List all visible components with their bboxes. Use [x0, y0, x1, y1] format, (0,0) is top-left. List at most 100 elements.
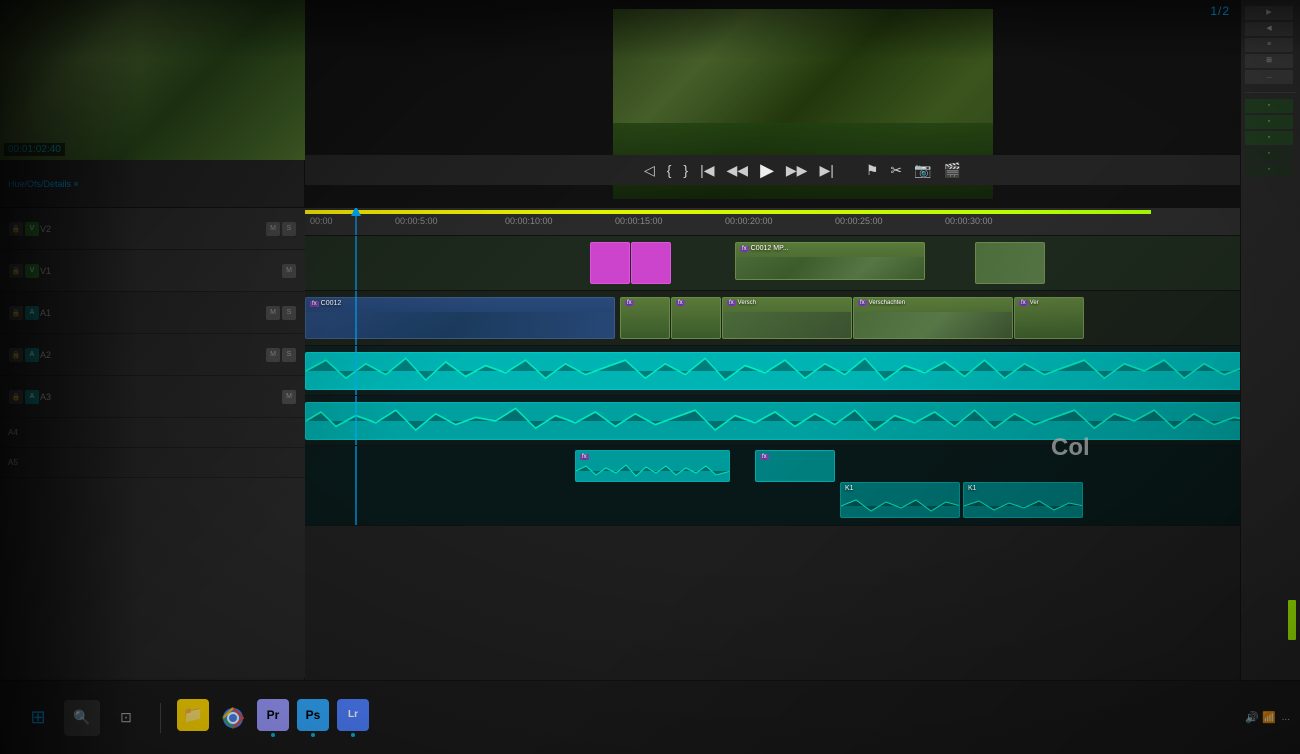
panel-btn-green4[interactable]: ▪	[1245, 147, 1293, 161]
search-button[interactable]: 🔍	[64, 700, 100, 736]
track-label-a5: A5	[8, 458, 297, 467]
clip-v2-1[interactable]: fxC0012 MP...	[735, 242, 925, 280]
clip-v1-versch2[interactable]: fxVerschachten	[853, 297, 1013, 339]
track-visibility-a3[interactable]: A	[25, 390, 39, 404]
track-header-a3: 🔒 A A3 M	[0, 376, 305, 418]
clip-a3-k1-1[interactable]: K1	[840, 482, 960, 518]
chrome-icon[interactable]	[217, 702, 249, 734]
track-visibility-a1[interactable]: A	[25, 306, 39, 320]
flag-btn[interactable]: ⚑	[866, 162, 879, 179]
track-visibility-v2[interactable]: V	[25, 222, 39, 236]
premiere-icon[interactable]: Pr	[257, 699, 289, 731]
panel-btn-5[interactable]: ...	[1245, 70, 1293, 84]
thumbnail-area: 00:01:02:40	[0, 0, 305, 160]
playback-controls: ◁ { } |◀ ◀◀ ▶ ▶▶ ▶| ⚑ ✂ 📷 🎬	[305, 155, 1300, 185]
panel-btn-green3[interactable]: ▪	[1245, 131, 1293, 145]
track-mute-a1[interactable]: M	[266, 306, 280, 320]
clip-v1-base-label: fxC0012	[306, 298, 614, 309]
track-visibility-v1[interactable]: V	[25, 264, 39, 278]
screen: 00:01:02:40 Hue/Ofs/Details × 🔒 V V2 M S…	[0, 0, 1300, 754]
play-btn[interactable]: ▶	[760, 160, 774, 181]
go-to-out-btn[interactable]: ▶|	[819, 162, 833, 179]
track-row-a2	[305, 396, 1300, 446]
clip-magenta-1[interactable]	[590, 242, 630, 284]
mark-in-btn[interactable]: ◁	[644, 162, 655, 179]
task-view-button[interactable]: ⊡	[108, 700, 144, 736]
taskbar-separator-1	[160, 703, 161, 733]
ruler-time-30: 00:00:30:00	[945, 216, 993, 226]
ruler-time-10: 00:00:10:00	[505, 216, 553, 226]
go-to-in-btn[interactable]: |◀	[700, 162, 714, 179]
bracket-left-btn[interactable]: {	[667, 162, 672, 178]
track-mute-a3[interactable]: M	[282, 390, 296, 404]
track-solo-a2[interactable]: S	[282, 348, 296, 362]
taskbar-item-explorer[interactable]: 📁	[177, 699, 209, 737]
ruler-time-0: 00:00	[310, 216, 333, 226]
camera-btn[interactable]: 📷	[914, 162, 931, 179]
track-label-v1: V1	[40, 266, 281, 276]
taskbar-item-premiere[interactable]: Pr	[257, 699, 289, 737]
lightroom-icon[interactable]: Lr	[337, 699, 369, 731]
taskbar-item-photoshop[interactable]: Ps	[297, 699, 329, 737]
photoshop-icon[interactable]: Ps	[297, 699, 329, 731]
windows-button[interactable]: ⊞	[20, 700, 56, 736]
scissors-btn[interactable]: ✂	[890, 162, 902, 179]
clip-a3-fx2[interactable]: fx	[755, 450, 835, 482]
clip-a3-fx1[interactable]: fx	[575, 450, 730, 482]
lightroom-indicator	[351, 733, 355, 737]
track-solo-v2[interactable]: S	[282, 222, 296, 236]
track-solo-a1[interactable]: S	[282, 306, 296, 320]
clip-a3-k1-2[interactable]: K1	[963, 482, 1083, 518]
panel-btn-2[interactable]: ◀	[1245, 22, 1293, 36]
clip-v1-versch1[interactable]: fxVersch	[722, 297, 852, 339]
track-lock-a3[interactable]: 🔒	[9, 390, 23, 404]
playhead-v2	[355, 236, 357, 290]
track-mute-v1[interactable]: M	[282, 264, 296, 278]
clip-audio-a1[interactable]	[305, 352, 1265, 390]
main-area: 00:00:00:00 Einpassen ▾ 1/2 ◁ { } |◀ ◀◀ …	[305, 0, 1300, 680]
rewind-btn[interactable]: ◀◀	[727, 162, 749, 179]
panel-btn-green1[interactable]: ▪	[1245, 99, 1293, 113]
playhead[interactable]	[355, 208, 357, 235]
playhead-v1	[355, 291, 357, 345]
track-header-a1: 🔒 A A1 M S	[0, 292, 305, 334]
track-headers: 🔒 V V2 M S 🔒 V V1 M 🔒 A A1 M S	[0, 208, 305, 678]
track-lock-v1[interactable]: 🔒	[9, 264, 23, 278]
panel-btn-green2[interactable]: ▪	[1245, 115, 1293, 129]
track-mute-a2[interactable]: M	[266, 348, 280, 362]
panel-btn-4[interactable]: ⊞	[1245, 54, 1293, 68]
panel-tab-label[interactable]: Hue/Ofs/Details ×	[8, 179, 79, 189]
panel-btn-3[interactable]: ≡	[1245, 38, 1293, 52]
explorer-icon[interactable]: 📁	[177, 699, 209, 731]
panel-btn-green5[interactable]: ▪	[1245, 163, 1293, 177]
track-lock-a1[interactable]: 🔒	[9, 306, 23, 320]
clip-magenta-2[interactable]	[631, 242, 671, 284]
panel-btn-1[interactable]: ▶	[1245, 6, 1293, 20]
system-tray: 🔊 📶	[1245, 711, 1275, 724]
track-header-v1: 🔒 V V1 M	[0, 250, 305, 292]
track-lock-a2[interactable]: 🔒	[9, 348, 23, 362]
bracket-right-btn[interactable]: }	[683, 162, 688, 178]
clip-v1-base[interactable]: fxC0012	[305, 297, 615, 339]
track-row-v2: fxC0012 MP...	[305, 236, 1300, 291]
taskbar-item-chrome[interactable]	[217, 702, 249, 734]
track-lock-v2[interactable]: 🔒	[9, 222, 23, 236]
track-mute-v2[interactable]: M	[266, 222, 280, 236]
clip-audio-a2[interactable]	[305, 402, 1265, 440]
fx-badge: fx	[740, 246, 749, 252]
track-header-v2: 🔒 V V2 M S	[0, 208, 305, 250]
taskbar-item-lightroom[interactable]: Lr	[337, 699, 369, 737]
track-row-a3: fx fx K1	[305, 446, 1300, 526]
thumbnail-timecode: 00:01:02:40	[4, 143, 65, 156]
playhead-a3	[355, 446, 357, 525]
fast-forward-btn[interactable]: ▶▶	[786, 162, 808, 179]
clip-v1-fx1[interactable]: fx	[620, 297, 670, 339]
clip-v1-ver[interactable]: fxVer	[1014, 297, 1084, 339]
clip-v1-fx2-label: fx	[672, 298, 720, 308]
track-visibility-a2[interactable]: A	[25, 348, 39, 362]
clip-v1-versch1-label: fxVersch	[723, 298, 851, 308]
left-panel: 00:01:02:40 Hue/Ofs/Details × 🔒 V V2 M S…	[0, 0, 305, 680]
clip-v2-2[interactable]	[975, 242, 1045, 284]
clapboard-btn[interactable]: 🎬	[944, 162, 961, 179]
clip-v1-fx2[interactable]: fx	[671, 297, 721, 339]
